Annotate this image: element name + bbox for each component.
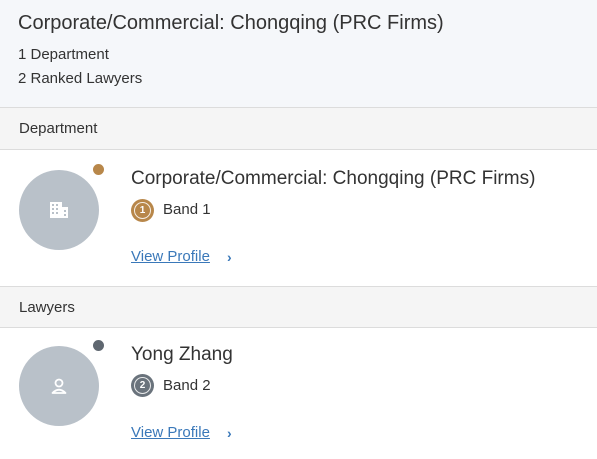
band-2-number: 2: [134, 377, 151, 394]
department-section-header: Department: [0, 108, 597, 150]
silver-medal-icon: [91, 338, 106, 353]
department-avatar: [19, 170, 99, 250]
band-1-number: 1: [134, 202, 151, 219]
band-2-badge-icon: 2: [131, 374, 154, 397]
chevron-right-icon[interactable]: ›: [227, 249, 232, 265]
department-view-profile-link[interactable]: View Profile: [131, 248, 210, 265]
band-1-badge-icon: 1: [131, 199, 154, 222]
building-icon: [50, 202, 68, 218]
page-title: Corporate/Commercial: Chongqing (PRC Fir…: [18, 12, 444, 34]
lawyers-section-header: Lawyers: [0, 286, 597, 328]
department-section-label: Department: [19, 120, 98, 137]
department-count: 1 Department: [18, 46, 109, 63]
summary-header: Corporate/Commercial: Chongqing (PRC Fir…: [0, 0, 597, 108]
department-band-label: Band 1: [163, 201, 211, 218]
person-icon: [51, 378, 67, 394]
ranked-lawyer-count: 2 Ranked Lawyers: [18, 70, 143, 87]
gold-medal-icon: [91, 162, 106, 177]
lawyer-view-profile-link[interactable]: View Profile: [131, 424, 210, 441]
lawyers-section-label: Lawyers: [19, 299, 75, 316]
lawyer-band-label: Band 2: [163, 377, 211, 394]
lawyer-name: Yong Zhang: [131, 344, 233, 365]
chevron-right-icon[interactable]: ›: [227, 425, 232, 441]
department-name: Corporate/Commercial: Chongqing (PRC Fir…: [131, 168, 536, 189]
lawyer-avatar: [19, 346, 99, 426]
